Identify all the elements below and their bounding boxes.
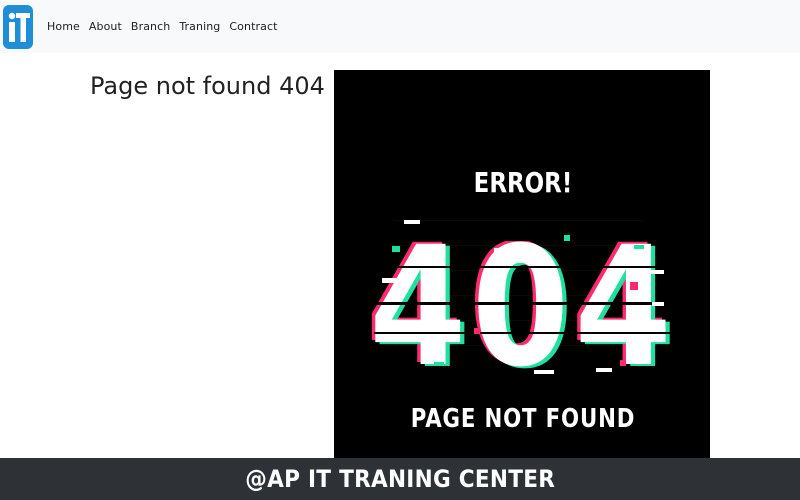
- error-404-image: ERROR! 404 404 404 PAGE NOT FOUND: [334, 70, 710, 460]
- footer-text: @AP IT TRANING CENTER: [245, 465, 555, 493]
- error-heading: ERROR!: [474, 167, 573, 200]
- logo-icon[interactable]: iT: [3, 4, 33, 49]
- nav-link-branch[interactable]: Branch: [131, 20, 170, 33]
- footer-bar: @AP IT TRANING CENTER: [0, 458, 800, 500]
- error-caption: PAGE NOT FOUND: [411, 403, 636, 434]
- svg-text:iT: iT: [3, 5, 4, 6]
- page-title: Page not found 404: [90, 72, 325, 100]
- nav-link-traning[interactable]: Traning: [179, 20, 220, 33]
- nav-link-home[interactable]: Home: [47, 20, 80, 33]
- top-navbar: iT Home About Branch Traning Contract: [0, 0, 800, 53]
- nav-link-about[interactable]: About: [89, 20, 122, 33]
- nav-link-contract[interactable]: Contract: [229, 20, 277, 33]
- main-nav: Home About Branch Traning Contract: [47, 20, 287, 33]
